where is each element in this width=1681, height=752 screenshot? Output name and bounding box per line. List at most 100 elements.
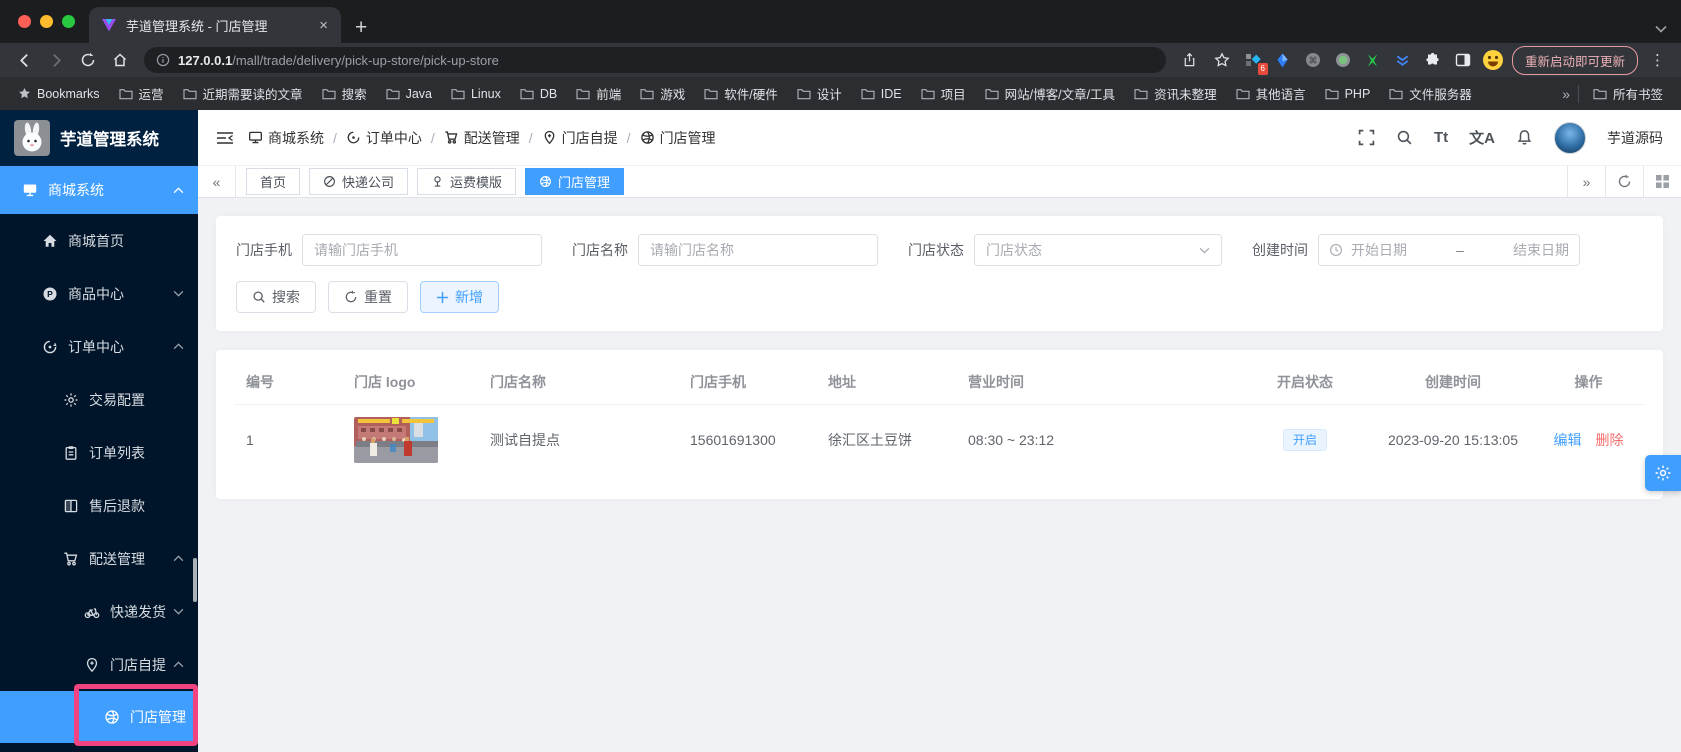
url-text: 127.0.0.1/mall/trade/delivery/pick-up-st…	[178, 52, 499, 68]
bookmark-folder[interactable]: PHP	[1319, 84, 1377, 104]
bookmark-folder[interactable]: 资讯未整理	[1128, 81, 1223, 106]
site-info-icon[interactable]	[156, 53, 170, 67]
bookmark-folder[interactable]: 网站/博客/文章/工具	[979, 81, 1121, 106]
extension-double-chevron-icon[interactable]	[1390, 47, 1416, 73]
new-tab-button[interactable]: +	[355, 17, 367, 38]
sidebar-item-order-list[interactable]: 订单列表	[0, 426, 198, 479]
cell-business-hours: 08:30 ~ 23:12	[956, 404, 1236, 475]
user-avatar[interactable]	[1554, 121, 1586, 154]
fullscreen-icon[interactable]	[1358, 129, 1375, 146]
bookmark-folder[interactable]: 项目	[915, 81, 972, 106]
browser-menu-icon[interactable]: ⋮	[1644, 51, 1671, 69]
bookmark-folder[interactable]: Linux	[445, 84, 507, 104]
sidebar-item-delivery-management[interactable]: 配送管理	[0, 532, 198, 585]
window-close-button[interactable]	[18, 15, 31, 28]
bookmark-folder[interactable]: Java	[380, 84, 438, 104]
extension-green-star-icon[interactable]	[1360, 47, 1386, 73]
bookmark-folder[interactable]: 运营	[113, 81, 170, 106]
bookmarks-root[interactable]: Bookmarks	[12, 84, 106, 104]
bookmark-star-icon[interactable]	[1208, 47, 1236, 73]
sidebar-scrollbar[interactable]	[193, 558, 197, 602]
store-phone-input[interactable]	[302, 234, 542, 266]
store-name-label: 门店名称	[572, 242, 628, 258]
window-zoom-button[interactable]	[62, 15, 75, 28]
sidebar-collapse-icon[interactable]	[216, 130, 234, 146]
tags-layout-grid-icon[interactable]	[1643, 166, 1681, 197]
bookmark-folder[interactable]: 游戏	[634, 81, 691, 106]
sidebar-item-order-center[interactable]: 订单中心	[0, 320, 198, 373]
font-size-icon[interactable]: Tt	[1434, 129, 1448, 146]
bookmark-folder[interactable]: 软件/硬件	[698, 81, 783, 106]
browser-update-button[interactable]: 重新启动即可更新	[1511, 45, 1638, 75]
share-icon[interactable]	[1176, 47, 1204, 73]
sidebar-item-product-center[interactable]: P 商品中心	[0, 267, 198, 320]
translate-icon[interactable]: 文A	[1469, 127, 1495, 148]
tags-refresh-icon[interactable]	[1605, 166, 1643, 197]
window-minimize-button[interactable]	[40, 15, 53, 28]
breadcrumb-item-mall-system[interactable]: 商城系统	[248, 128, 324, 148]
app-logo-rabbit	[14, 120, 50, 156]
bookmark-folder[interactable]: 其他语言	[1230, 81, 1312, 106]
home-icon[interactable]	[106, 47, 134, 73]
breadcrumb-item-store-management[interactable]: 门店管理	[640, 128, 716, 148]
end-date-placeholder[interactable]: 结束日期	[1513, 240, 1569, 260]
breadcrumb-item-delivery-management[interactable]: 配送管理	[444, 128, 520, 148]
sidebar-item-store-management[interactable]: 门店管理	[0, 691, 198, 743]
breadcrumb-item-order-center[interactable]: 订单中心	[346, 128, 422, 148]
tag-store-management[interactable]: 门店管理	[525, 168, 625, 195]
extension-blocks-icon[interactable]: 6	[1240, 47, 1268, 75]
bookmarks-overflow-chevron[interactable]: »	[1562, 86, 1570, 102]
tag-home[interactable]: 首页	[246, 168, 301, 195]
notification-bell-icon[interactable]	[1516, 129, 1533, 146]
tag-freight-template[interactable]: 运费模版	[417, 168, 517, 195]
extension-green-dot-icon[interactable]	[1330, 47, 1356, 73]
search-icon[interactable]	[1396, 129, 1413, 146]
extensions-puzzle-icon[interactable]	[1420, 47, 1446, 73]
url-bar[interactable]: 127.0.0.1/mall/trade/delivery/pick-up-st…	[144, 47, 1166, 73]
bookmark-folder[interactable]: 设计	[791, 81, 848, 106]
bookmark-folder[interactable]: DB	[514, 84, 563, 104]
add-button[interactable]: 新增	[420, 281, 499, 313]
bookmark-folder[interactable]: 搜索	[316, 81, 373, 106]
filter-panel: 门店手机 门店名称 门店状态 门店状态	[216, 216, 1663, 331]
sidebar-item-mall-home[interactable]: 商城首页	[0, 214, 198, 267]
bookmark-folder[interactable]: 文件服务器	[1383, 81, 1478, 106]
extension-command-icon[interactable]: ⌘	[1300, 47, 1326, 73]
sidebar-item-express-shipping[interactable]: 快递发货	[0, 585, 198, 638]
username[interactable]: 芋道源码	[1607, 128, 1663, 148]
side-panel-icon[interactable]	[1450, 47, 1476, 73]
bookmark-folder[interactable]: IDE	[855, 84, 908, 104]
all-bookmarks-button[interactable]: 所有书签	[1587, 81, 1669, 106]
tags-scroll-left-button[interactable]: «	[198, 166, 236, 197]
url-path: /mall/trade/delivery/pick-up-store/pick-…	[232, 53, 499, 68]
edit-link[interactable]: 编辑	[1554, 432, 1582, 448]
store-status-select[interactable]: 门店状态	[974, 234, 1222, 266]
sidebar-item-trade-config[interactable]: 交易配置	[0, 373, 198, 426]
reset-button[interactable]: 重置	[328, 281, 408, 313]
tag-express-company[interactable]: 快递公司	[309, 168, 409, 195]
tab-close-icon[interactable]: ×	[316, 17, 331, 34]
start-date-placeholder[interactable]: 开始日期	[1351, 240, 1407, 260]
store-name-input[interactable]	[638, 234, 878, 266]
tags-scroll-right-button[interactable]: »	[1567, 166, 1605, 197]
theme-settings-button[interactable]	[1645, 455, 1681, 491]
sidebar-item-store-pickup[interactable]: 门店自提	[0, 638, 198, 691]
bookmark-folder[interactable]: 近期需要读的文章	[177, 81, 309, 106]
window-controls[interactable]	[0, 0, 89, 43]
search-button[interactable]: 搜索	[236, 281, 316, 313]
profile-avatar-emoji[interactable]	[1480, 47, 1506, 73]
app-logo-row[interactable]: 芋道管理系统	[0, 110, 198, 166]
tags-view-bar: « 首页 快递公司 运费模版 门店管理 »	[198, 166, 1681, 198]
sidebar-item-after-sale-refund[interactable]: 售后退款	[0, 479, 198, 532]
reload-icon[interactable]	[74, 47, 102, 73]
breadcrumb-item-store-pickup[interactable]: 门店自提	[542, 128, 618, 148]
forward-icon[interactable]	[42, 47, 70, 73]
back-icon[interactable]	[10, 47, 38, 73]
delete-link[interactable]: 删除	[1596, 432, 1624, 448]
bookmark-folder[interactable]: 前端	[570, 81, 627, 106]
created-time-range-picker[interactable]: 开始日期 – 结束日期	[1318, 234, 1580, 266]
sidebar-item-mall-system[interactable]: 商城系统	[0, 166, 198, 214]
tab-search-chevron-icon[interactable]	[1655, 25, 1667, 33]
extension-kite-icon[interactable]	[1270, 47, 1296, 73]
browser-tab[interactable]: 芋道管理系统 - 门店管理 ×	[89, 7, 341, 43]
